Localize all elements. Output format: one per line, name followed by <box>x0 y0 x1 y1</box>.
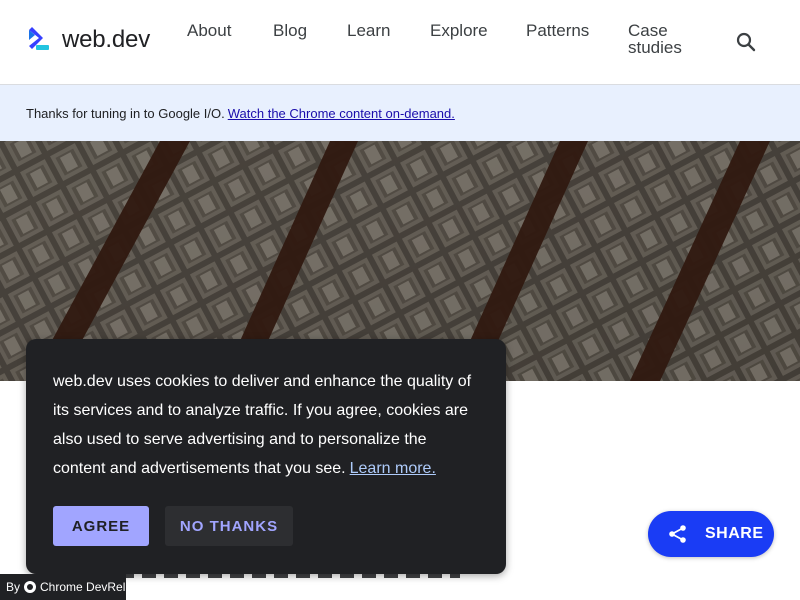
web-dev-logo-icon <box>29 27 49 50</box>
chrome-icon <box>24 581 37 593</box>
logo-text: web.dev <box>62 26 150 53</box>
site-logo[interactable]: web.dev <box>26 26 150 54</box>
site-header: web.dev About Blog Learn Explore Pattern… <box>0 0 800 85</box>
badge-label: Chrome DevRel <box>40 580 126 594</box>
nav-case-studies[interactable]: Case studies <box>628 22 698 56</box>
banner-link[interactable]: Watch the Chrome content on-demand. <box>228 106 455 121</box>
nav-about[interactable]: About <box>187 22 231 40</box>
nav-explore[interactable]: Explore <box>430 22 488 40</box>
banner-text: Thanks for tuning in to Google I/O. <box>26 105 225 121</box>
announcement-banner: Thanks for tuning in to Google I/O. Watc… <box>0 85 800 141</box>
nav-learn[interactable]: Learn <box>347 22 390 40</box>
no-thanks-button[interactable]: NO THANKS <box>165 506 293 546</box>
share-button[interactable]: SHARE <box>648 511 774 557</box>
cookie-message: web.dev uses cookies to deliver and enha… <box>53 367 483 483</box>
cookie-consent-dialog: web.dev uses cookies to deliver and enha… <box>26 339 506 574</box>
search-icon[interactable] <box>734 30 758 54</box>
badge-prefix: By <box>6 580 21 594</box>
article-title-partial <box>120 574 460 578</box>
nav-patterns[interactable]: Patterns <box>526 22 589 40</box>
cookie-learn-more-link[interactable]: Learn more. <box>350 460 436 477</box>
share-label: SHARE <box>705 525 764 542</box>
nav-blog[interactable]: Blog <box>273 22 307 40</box>
agree-button[interactable]: AGREE <box>53 506 149 546</box>
chrome-devrel-badge[interactable]: By Chrome DevRel <box>0 574 126 600</box>
share-icon <box>669 525 686 543</box>
